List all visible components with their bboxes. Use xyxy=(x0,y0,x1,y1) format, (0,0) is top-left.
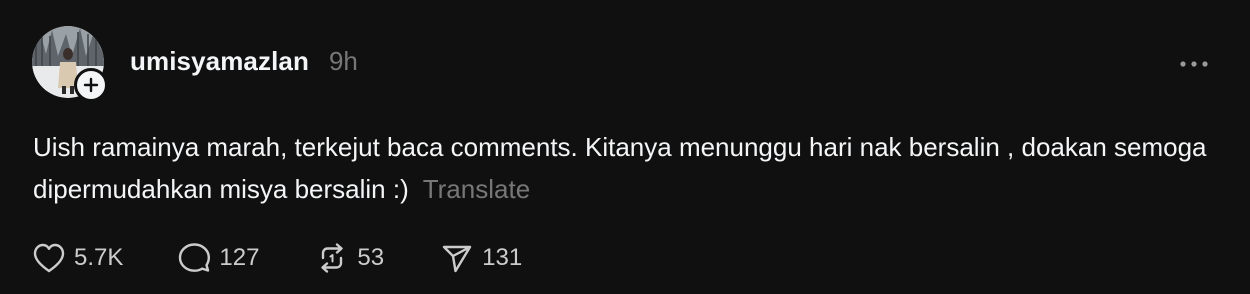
post-body: Uish ramainya marah, terkejut baca comme… xyxy=(33,126,1223,210)
thread-post: umisyamazlan 9h Uish ramainya marah, ter… xyxy=(0,0,1250,294)
more-options-button[interactable] xyxy=(1176,52,1212,76)
like-count: 5.7K xyxy=(74,244,124,271)
reply-button[interactable]: 127 xyxy=(177,240,259,276)
post-text: Uish ramainya marah, terkejut baca comme… xyxy=(33,132,1207,204)
post-timestamp: 9h xyxy=(328,46,358,76)
repost-icon xyxy=(321,243,344,273)
repost-count: 53 xyxy=(357,244,385,271)
like-button[interactable]: 5.7K xyxy=(32,240,123,276)
repost-button[interactable]: 53 xyxy=(315,240,384,276)
heart-icon xyxy=(33,243,65,273)
action-bar: 5.7K 127 53 131 xyxy=(32,240,522,276)
avatar-container xyxy=(32,26,108,102)
username-link[interactable]: umisyamazlan xyxy=(130,46,309,77)
send-icon xyxy=(442,245,472,273)
follow-button[interactable] xyxy=(74,68,108,102)
post-header: umisyamazlan 9h xyxy=(130,46,358,77)
plus-icon xyxy=(83,77,99,93)
more-horizontal-icon xyxy=(1180,61,1208,67)
translate-link[interactable]: Translate xyxy=(423,174,530,204)
share-button[interactable]: 131 xyxy=(440,240,522,276)
comment-icon xyxy=(179,243,211,272)
reply-count: 127 xyxy=(219,244,260,271)
share-count: 131 xyxy=(482,244,523,271)
